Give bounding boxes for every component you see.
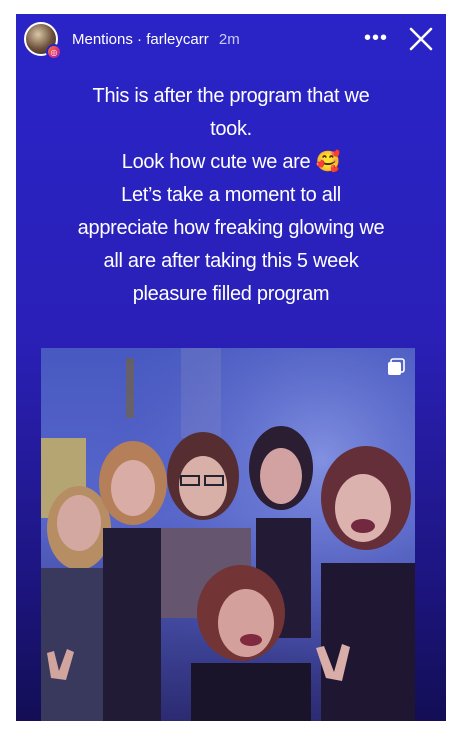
timestamp: 2m bbox=[218, 31, 240, 48]
story-header: ◎ Mentions · farleycarr 2m ••• bbox=[24, 20, 438, 64]
caption-line: This is after the program that we bbox=[92, 85, 370, 107]
caption-line: took. bbox=[210, 118, 252, 140]
caption-line: appreciate how freaking glowing we bbox=[77, 217, 385, 239]
separator: · bbox=[137, 31, 143, 48]
username[interactable]: farleycarr bbox=[146, 31, 209, 48]
multiple-photos-icon bbox=[388, 358, 405, 375]
caption-line: Look how cute we are 🥰 bbox=[121, 151, 341, 173]
caption-line: Let’s take a moment to all bbox=[121, 184, 341, 206]
story-meta: Mentions · farleycarr 2m bbox=[72, 31, 240, 48]
close-icon[interactable] bbox=[408, 26, 434, 52]
more-horizontal-icon[interactable]: ••• bbox=[364, 28, 388, 50]
group-photo-image bbox=[41, 348, 415, 721]
caption-line: all are after taking this 5 week bbox=[103, 250, 359, 272]
story-viewer: ◎ Mentions · farleycarr 2m ••• This is a… bbox=[16, 14, 446, 721]
story-caption: This is after the program that we took. … bbox=[46, 80, 416, 311]
instagram-badge-icon: ◎ bbox=[46, 44, 62, 60]
mentions-label[interactable]: Mentions bbox=[72, 31, 133, 48]
group-photo[interactable] bbox=[41, 348, 415, 721]
caption-line: pleasure filled program bbox=[132, 283, 330, 305]
